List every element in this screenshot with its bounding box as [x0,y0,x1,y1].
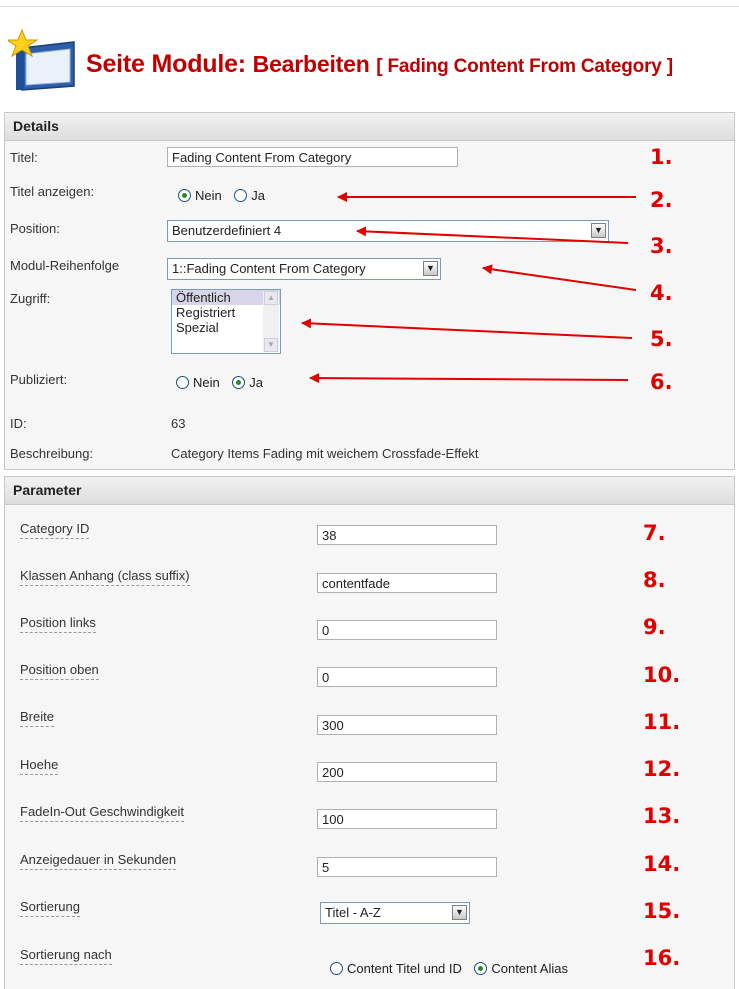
titel-input[interactable]: Fading Content From Category [167,147,458,167]
chevron-down-icon[interactable]: ▼ [591,223,606,238]
titel-anzeigen-radios: Nein Ja [178,187,265,205]
sortierung-nach-titel-radio[interactable] [330,962,343,976]
annotation-number: 4. [650,281,673,305]
position-oben-input[interactable]: 0 [317,667,497,687]
reihenfolge-select[interactable]: 1::Fading Content From Category ▼ [167,258,441,280]
publiziert-nein-label: Nein [193,375,220,391]
zugriff-scrollbar[interactable]: ▲ ▼ [263,291,279,352]
details-heading: Details [4,112,735,141]
beschreibung-value: Category Items Fading mit weichem Crossf… [171,446,479,461]
titel-anzeigen-nein-radio[interactable] [178,189,191,203]
publiziert-ja-radio[interactable] [232,376,246,390]
annotation-number: 7. [643,521,666,545]
annotation-number: 10. [643,663,681,687]
category-id-input[interactable]: 38 [317,525,497,545]
publiziert-nein-radio[interactable] [176,376,189,390]
beschreibung-label: Beschreibung: [10,446,94,461]
annotation-number: 11. [643,710,681,734]
annotation-number: 9. [643,615,666,639]
annotation-number: 16. [643,946,681,970]
publiziert-label: Publiziert: [10,372,68,387]
param-label: FadeIn-Out Geschwindigkeit [20,804,185,822]
scroll-down-icon[interactable]: ▼ [264,338,278,352]
reihenfolge-select-value: 1::Fading Content From Category [172,261,366,276]
sortierung-label: Sortierung [20,899,80,917]
zugriff-label: Zugriff: [10,291,51,306]
titel-anzeigen-ja-radio[interactable] [234,189,248,203]
page-title: Seite Module: Bearbeiten [ Fading Conten… [86,50,673,79]
id-value: 63 [171,416,186,431]
position-label: Position: [10,221,60,236]
annotation-number: 12. [643,757,681,781]
class-suffix-input[interactable]: contentfade [317,573,497,593]
position-select-value: Benutzerdefiniert 4 [172,223,282,238]
fade-speed-input[interactable]: 100 [317,809,497,829]
titel-anzeigen-label: Titel anzeigen: [10,184,95,199]
sortierung-nach-radios: Content Titel und ID Content Alias [330,960,568,978]
titel-label: Titel: [10,150,38,165]
param-label: Breite [20,709,54,727]
sortierung-nach-label: Sortierung nach [20,947,112,965]
annotation-number: 5. [650,327,673,351]
annotation-number: 3. [650,234,673,258]
param-label: Anzeigedauer in Sekunden [20,852,177,870]
annotation-number: 1. [650,145,673,169]
param-label: Position links [20,615,96,633]
title-part3: [ Fading Content From Category ] [376,56,673,77]
title-part2: Bearbeiten [252,51,370,77]
sortierung-nach-alias-radio[interactable] [474,962,488,976]
sortierung-nach-titel-label: Content Titel und ID [347,961,462,977]
annotation-number: 6. [650,370,673,394]
hoehe-input[interactable]: 200 [317,762,497,782]
titel-anzeigen-nein-label: Nein [195,188,222,204]
title-part1: Seite Module: [86,50,246,78]
anzeigedauer-input[interactable]: 5 [317,857,497,877]
sortierung-select[interactable]: Titel - A-Z ▼ [320,902,470,924]
param-label: Hoehe [20,757,59,775]
top-divider [0,6,739,7]
publiziert-radios: Nein Ja [176,374,263,392]
scroll-up-icon[interactable]: ▲ [264,291,278,305]
param-label: Position oben [20,662,99,680]
sortierung-nach-alias-label: Content Alias [491,961,568,977]
id-label: ID: [10,416,27,431]
publiziert-ja-label: Ja [249,375,263,391]
position-select[interactable]: Benutzerdefiniert 4 ▼ [167,220,609,242]
sortierung-select-value: Titel - A-Z [325,905,381,920]
parameter-heading: Parameter [4,476,735,505]
param-label: Category ID [20,521,90,539]
chevron-down-icon[interactable]: ▼ [423,261,438,276]
chevron-down-icon[interactable]: ▼ [452,905,467,920]
zugriff-listbox[interactable]: Öffentlich Registriert Spezial ▲ ▼ [171,289,281,354]
titel-anzeigen-ja-label: Ja [251,188,265,204]
breite-input[interactable]: 300 [317,715,497,735]
annotation-number: 13. [643,804,681,828]
annotation-number: 14. [643,852,681,876]
annotation-number: 2. [650,188,673,212]
annotation-number: 8. [643,568,666,592]
annotation-number: 15. [643,899,681,923]
param-label: Klassen Anhang (class suffix) [20,568,190,586]
module-icon [8,28,75,91]
position-links-input[interactable]: 0 [317,620,497,640]
reihenfolge-label: Modul-Reihenfolge [10,258,120,273]
